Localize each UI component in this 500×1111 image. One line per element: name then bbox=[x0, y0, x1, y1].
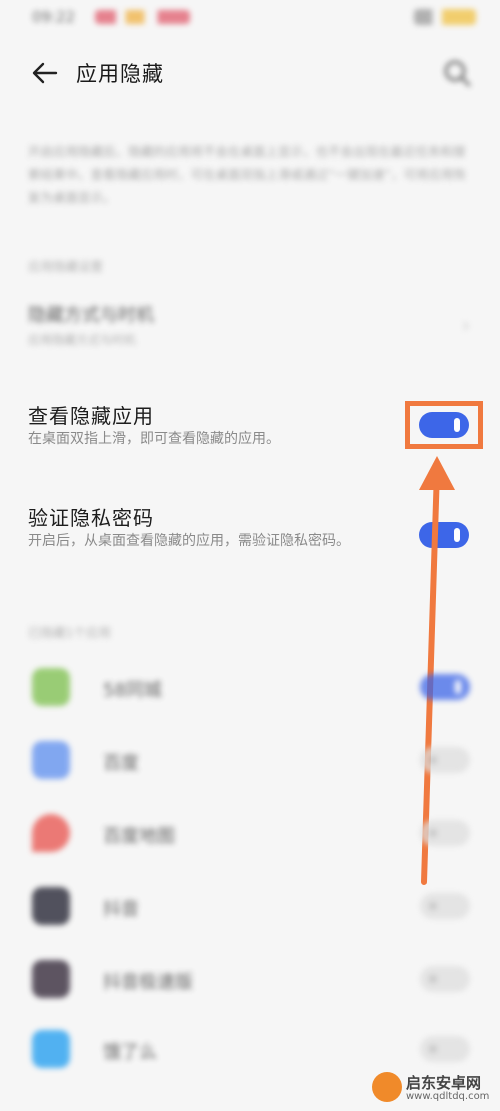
watermark: 启东安卓网 www.qdltdq.com bbox=[372, 1072, 492, 1104]
app-name: 抖音极速版 bbox=[103, 972, 193, 993]
section-header-apps: 已隐藏1个应用 bbox=[28, 625, 111, 640]
app-name: 饿了么 bbox=[103, 1042, 157, 1063]
annotation-arrow bbox=[419, 456, 455, 885]
app-row[interactable]: 抖音 bbox=[0, 879, 500, 939]
toggle-knob bbox=[429, 1045, 437, 1053]
app-baidu-icon bbox=[32, 741, 70, 779]
app-toggle[interactable] bbox=[420, 820, 470, 846]
app-eleme-icon bbox=[32, 1030, 70, 1068]
watermark-url: www.qdltdq.com bbox=[406, 1091, 490, 1102]
app-toggle[interactable] bbox=[420, 1036, 470, 1062]
toggle-knob bbox=[429, 975, 437, 983]
app-toggle[interactable] bbox=[420, 893, 470, 919]
app-douyin-icon bbox=[32, 887, 70, 925]
app-baidu-map-icon bbox=[32, 814, 70, 852]
app-name: 58同城 bbox=[103, 680, 162, 701]
app-58-icon bbox=[32, 668, 70, 706]
toggle-knob bbox=[429, 756, 437, 764]
app-name: 百度 bbox=[103, 753, 139, 774]
app-name: 抖音 bbox=[103, 899, 139, 920]
toggle-knob bbox=[429, 829, 437, 837]
watermark-logo-icon bbox=[372, 1072, 402, 1102]
watermark-name: 启东安卓网 bbox=[406, 1074, 482, 1092]
app-row[interactable]: 抖音极速版 bbox=[0, 952, 500, 1012]
app-row[interactable]: 百度 bbox=[0, 733, 500, 793]
app-toggle[interactable] bbox=[420, 674, 470, 700]
app-name: 百度地图 bbox=[103, 826, 175, 847]
app-row[interactable]: 58同城 bbox=[0, 660, 500, 720]
app-toggle[interactable] bbox=[420, 966, 470, 992]
app-row[interactable]: 百度地图 bbox=[0, 806, 500, 866]
app-douyin-lite-icon bbox=[32, 960, 70, 998]
app-toggle[interactable] bbox=[420, 747, 470, 773]
toggle-knob bbox=[429, 902, 437, 910]
toggle-knob bbox=[455, 680, 461, 694]
